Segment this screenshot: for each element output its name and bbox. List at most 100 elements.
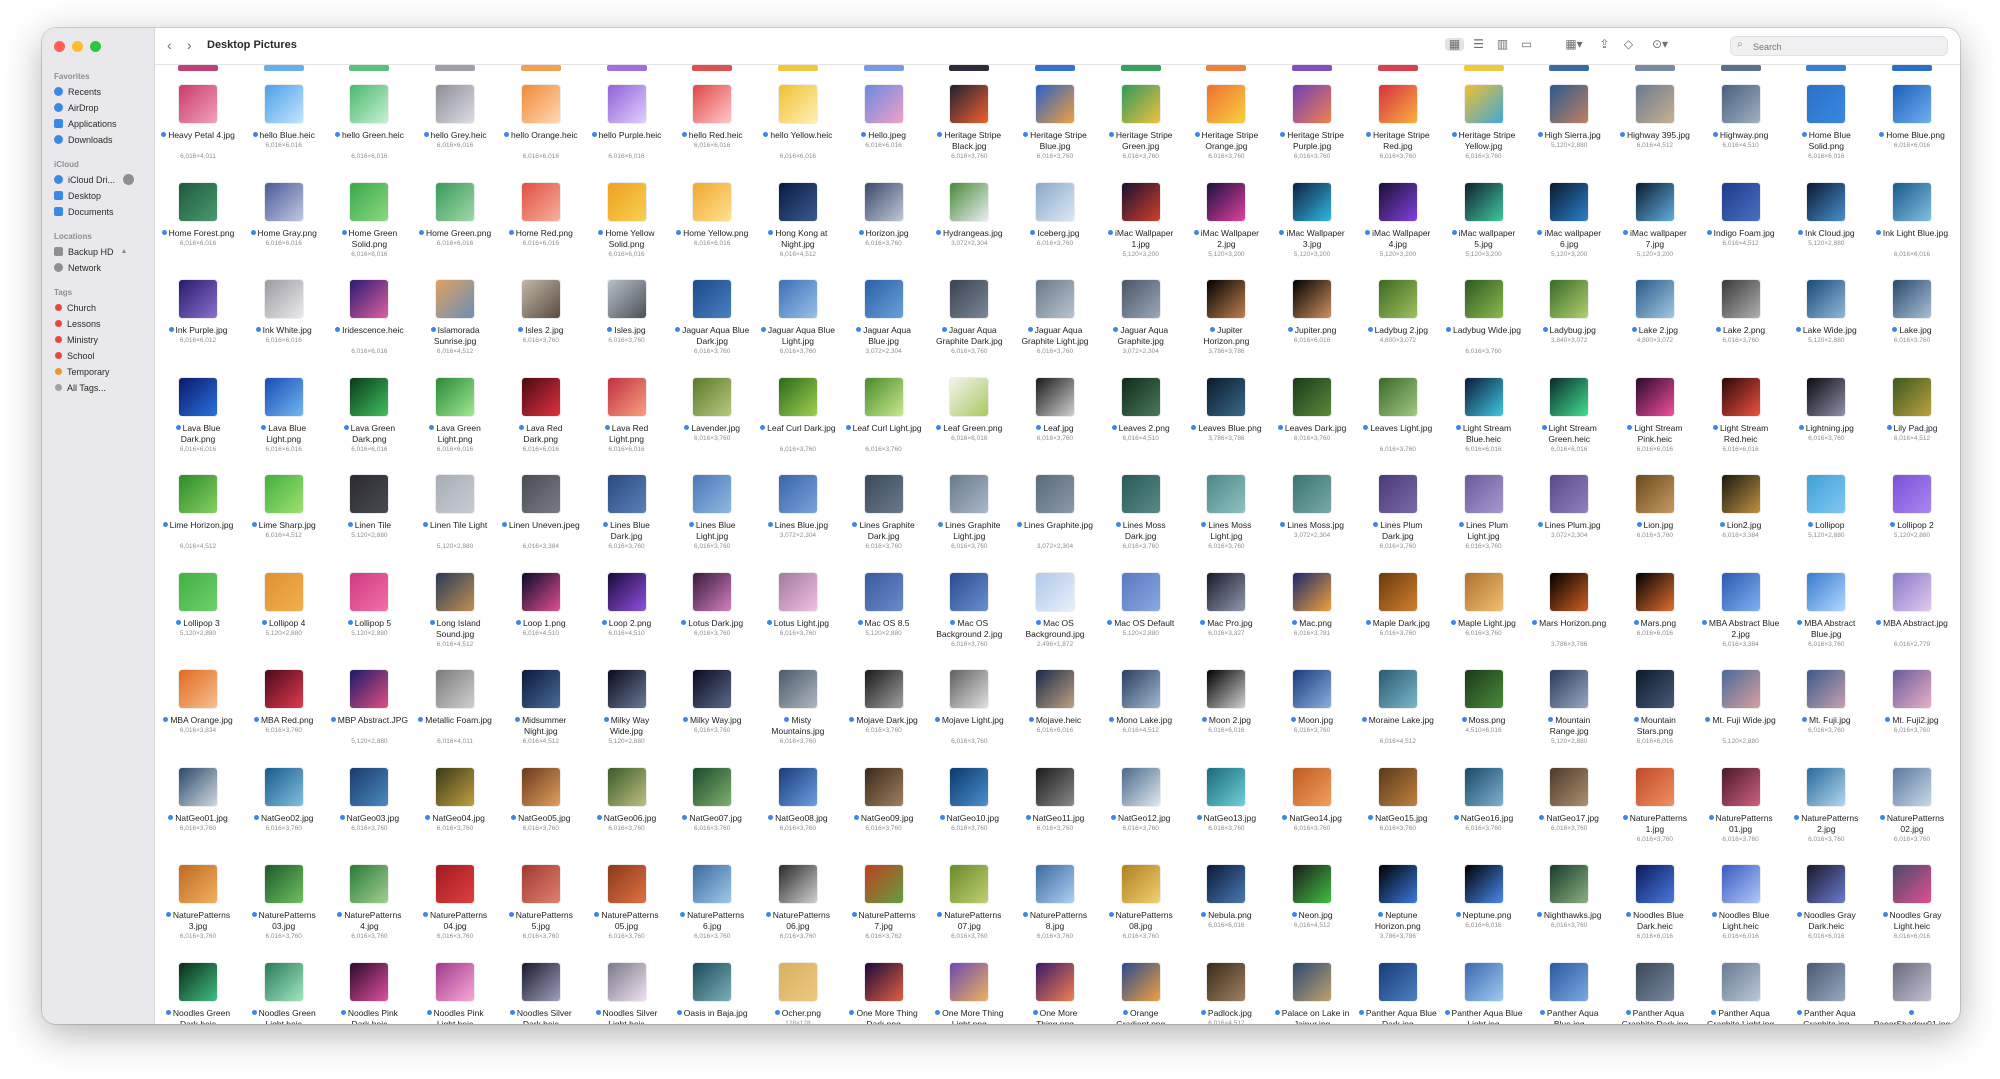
file-item[interactable]: Lotus Dark.jpg 6,016×3,760 xyxy=(673,567,751,663)
file-item[interactable]: hello Grey.heic 6,016×6,016 xyxy=(416,79,494,175)
file-item[interactable]: Panther Aqua Graphite Dark.jpg6,016×3,76… xyxy=(1616,957,1694,1024)
file-thumbnail[interactable] xyxy=(1721,475,1760,513)
sidebar-item-icloud-drive[interactable]: iCloud Dri... xyxy=(54,172,135,187)
file-thumbnail[interactable] xyxy=(1293,475,1332,513)
file-item[interactable]: hello Orange.heic 6,016×6,016 xyxy=(502,79,580,175)
file-thumbnail[interactable] xyxy=(1207,377,1246,416)
file-thumbnail[interactable] xyxy=(1635,767,1674,806)
file-item[interactable]: NaturePatterns 08.jpg 6,016×3,760 xyxy=(1102,859,1180,955)
list-view-icon[interactable]: ☰ xyxy=(1471,38,1486,51)
file-item[interactable]: Ink Light Blue.jpg 6,016×6,016 xyxy=(1873,177,1951,273)
file-thumbnail[interactable] xyxy=(1893,280,1931,318)
file-item[interactable]: NaturePatterns 3.jpg 6,016×3,760 xyxy=(159,859,237,955)
file-thumbnail[interactable] xyxy=(179,182,217,221)
file-item[interactable]: Misty Mountains.jpg 6,016×3,760 xyxy=(759,664,837,760)
file-thumbnail[interactable] xyxy=(778,962,817,1001)
file-item[interactable]: Highway.png 6,016×4,510 xyxy=(1702,79,1780,175)
file-item[interactable]: Panther Aqua Graphite Light.jpg6,016×3,7… xyxy=(1702,957,1780,1024)
file-item[interactable]: Hong Kong at Night.jpg 6,016×4,512 xyxy=(759,177,837,273)
search-input[interactable] xyxy=(1751,39,1935,55)
sidebar-tag-6[interactable]: All Tags... xyxy=(54,380,106,395)
file-item[interactable]: Noodles Green Light.heic6,016×6,016 xyxy=(245,957,323,1024)
file-item[interactable]: Lava Red Dark.png 6,016×6,016 xyxy=(502,372,580,468)
file-item[interactable]: hello Blue.heic 6,016×6,016 xyxy=(245,79,323,175)
file-thumbnail[interactable] xyxy=(1464,572,1503,611)
file-item[interactable]: Lightning.jpg 6,016×3,760 xyxy=(1787,372,1865,468)
file-item[interactable]: Mars Horizon.png 3,786×3,786 xyxy=(1530,567,1608,663)
file-thumbnail[interactable] xyxy=(1893,962,1931,1001)
file-item[interactable]: Panther Aqua Graphite.jpg4,800×3,072 xyxy=(1787,957,1865,1024)
file-thumbnail[interactable] xyxy=(436,670,475,708)
close-window-button[interactable] xyxy=(54,41,65,52)
file-item[interactable]: Lines Moss Light.jpg 6,016×3,760 xyxy=(1187,469,1265,565)
thumbnail-partial[interactable] xyxy=(606,65,647,71)
file-item[interactable]: Isles 2.jpg 6,016×3,760 xyxy=(502,274,580,370)
file-thumbnail[interactable] xyxy=(1550,670,1589,708)
file-item[interactable]: Noodles Pink Light.heic6,016×6,016 xyxy=(416,957,494,1024)
file-item[interactable]: Home Blue Solid.png 6,016×6,016 xyxy=(1787,79,1865,175)
file-thumbnail[interactable] xyxy=(1121,670,1160,708)
file-thumbnail[interactable] xyxy=(1207,475,1246,513)
file-thumbnail[interactable] xyxy=(1207,767,1246,806)
file-item[interactable]: iMac Wallpaper 2.jpg 5,120×3,200 xyxy=(1187,177,1265,273)
file-item[interactable]: Jaguar Aqua Graphite.jpg 3,072×2,304 xyxy=(1102,274,1180,370)
sidebar-item-downloads[interactable]: Downloads xyxy=(54,132,113,147)
sidebar-item-backup-hd[interactable]: Backup HD ▲ xyxy=(54,244,127,259)
file-item[interactable]: Mac Pro.jpg 6,016×3,327 xyxy=(1187,567,1265,663)
file-item[interactable]: NaturePatterns 7.jpg 6,016×3,762 xyxy=(845,859,923,955)
file-thumbnail[interactable] xyxy=(264,85,303,123)
file-item[interactable]: Lollipop 5 5,120×2,880 xyxy=(330,567,408,663)
file-item[interactable]: hello Yellow.heic 6,016×6,016 xyxy=(759,79,837,175)
file-thumbnail[interactable] xyxy=(1207,865,1246,903)
file-thumbnail[interactable] xyxy=(1293,280,1332,318)
sidebar-item-airdrop[interactable]: AirDrop xyxy=(54,100,99,115)
file-thumbnail[interactable] xyxy=(1293,962,1332,1001)
file-thumbnail[interactable] xyxy=(1378,475,1417,513)
file-item[interactable]: Lines Moss.jpg 3,072×2,304 xyxy=(1273,469,1351,565)
thumbnail-partial[interactable] xyxy=(1463,65,1504,71)
file-thumbnail[interactable] xyxy=(1378,962,1417,1001)
file-thumbnail[interactable] xyxy=(350,572,389,611)
file-item[interactable]: Lollipop 3 5,120×2,880 xyxy=(159,567,237,663)
file-item[interactable]: Lava Green Dark.png 6,016×6,016 xyxy=(330,372,408,468)
file-thumbnail[interactable] xyxy=(864,182,903,221)
file-thumbnail[interactable] xyxy=(521,182,560,221)
file-thumbnail[interactable] xyxy=(1378,572,1417,611)
file-item[interactable]: hello Green.heic 6,016×6,016 xyxy=(330,79,408,175)
file-item[interactable]: NatGeo13.jpg 6,016×3,760 xyxy=(1187,762,1265,858)
file-thumbnail[interactable] xyxy=(436,475,475,513)
file-thumbnail[interactable] xyxy=(1121,865,1160,903)
file-item[interactable]: Loop 1.png 6,016×4,510 xyxy=(502,567,580,663)
file-thumbnail[interactable] xyxy=(864,962,903,1001)
file-thumbnail[interactable] xyxy=(950,280,989,318)
file-item[interactable]: NatGeo03.jpg 6,016×3,760 xyxy=(330,762,408,858)
file-item[interactable]: NatGeo04.jpg 6,016×3,760 xyxy=(416,762,494,858)
file-thumbnail[interactable] xyxy=(1550,865,1589,903)
file-item[interactable]: MBA Abstract Blue.jpg 6,016×3,760 xyxy=(1787,567,1865,663)
file-item[interactable]: NaturePatterns 1.jpg 6,016×3,760 xyxy=(1616,762,1694,858)
file-thumbnail[interactable] xyxy=(607,377,646,416)
file-item[interactable]: Light Stream Blue.heic 6,016×6,016 xyxy=(1445,372,1523,468)
file-item[interactable]: Leaf.jpg 6,016×3,760 xyxy=(1016,372,1094,468)
file-item[interactable]: Lake 2.png 6,016×3,760 xyxy=(1702,274,1780,370)
file-thumbnail[interactable] xyxy=(350,280,389,318)
file-item[interactable]: Jaguar Aqua Graphite Light.jpg 6,016×3,76… xyxy=(1016,274,1094,370)
file-thumbnail[interactable] xyxy=(864,767,903,806)
zoom-window-button[interactable] xyxy=(90,41,101,52)
file-thumbnail[interactable] xyxy=(521,865,560,903)
file-item[interactable]: NatGeo15.jpg 6,016×3,760 xyxy=(1359,762,1437,858)
file-thumbnail[interactable] xyxy=(1378,865,1417,903)
file-item[interactable]: Nighthawks.jpg 6,016×3,760 xyxy=(1530,859,1608,955)
sidebar-tag-2[interactable]: Lessons xyxy=(54,316,101,331)
thumbnail-partial[interactable] xyxy=(949,65,990,71)
file-item[interactable]: One More Thing.png6,016×2,781 xyxy=(1016,957,1094,1024)
file-thumbnail[interactable] xyxy=(179,280,217,318)
file-thumbnail[interactable] xyxy=(179,85,217,123)
file-item[interactable]: Heritage Stripe Green.jpg 6,016×3,760 xyxy=(1102,79,1180,175)
file-item[interactable]: Mt. Fuji2.jpg 6,016×3,760 xyxy=(1873,664,1951,760)
file-item[interactable]: Milky Way.jpg 6,016×3,760 xyxy=(673,664,751,760)
file-item[interactable]: Home Yellow Solid.png 6,016×6,016 xyxy=(588,177,666,273)
file-item[interactable]: Lion2.jpg 6,016×3,384 xyxy=(1702,469,1780,565)
file-thumbnail[interactable] xyxy=(264,962,303,1001)
file-item[interactable]: NaturePatterns 2.jpg 6,016×3,760 xyxy=(1787,762,1865,858)
